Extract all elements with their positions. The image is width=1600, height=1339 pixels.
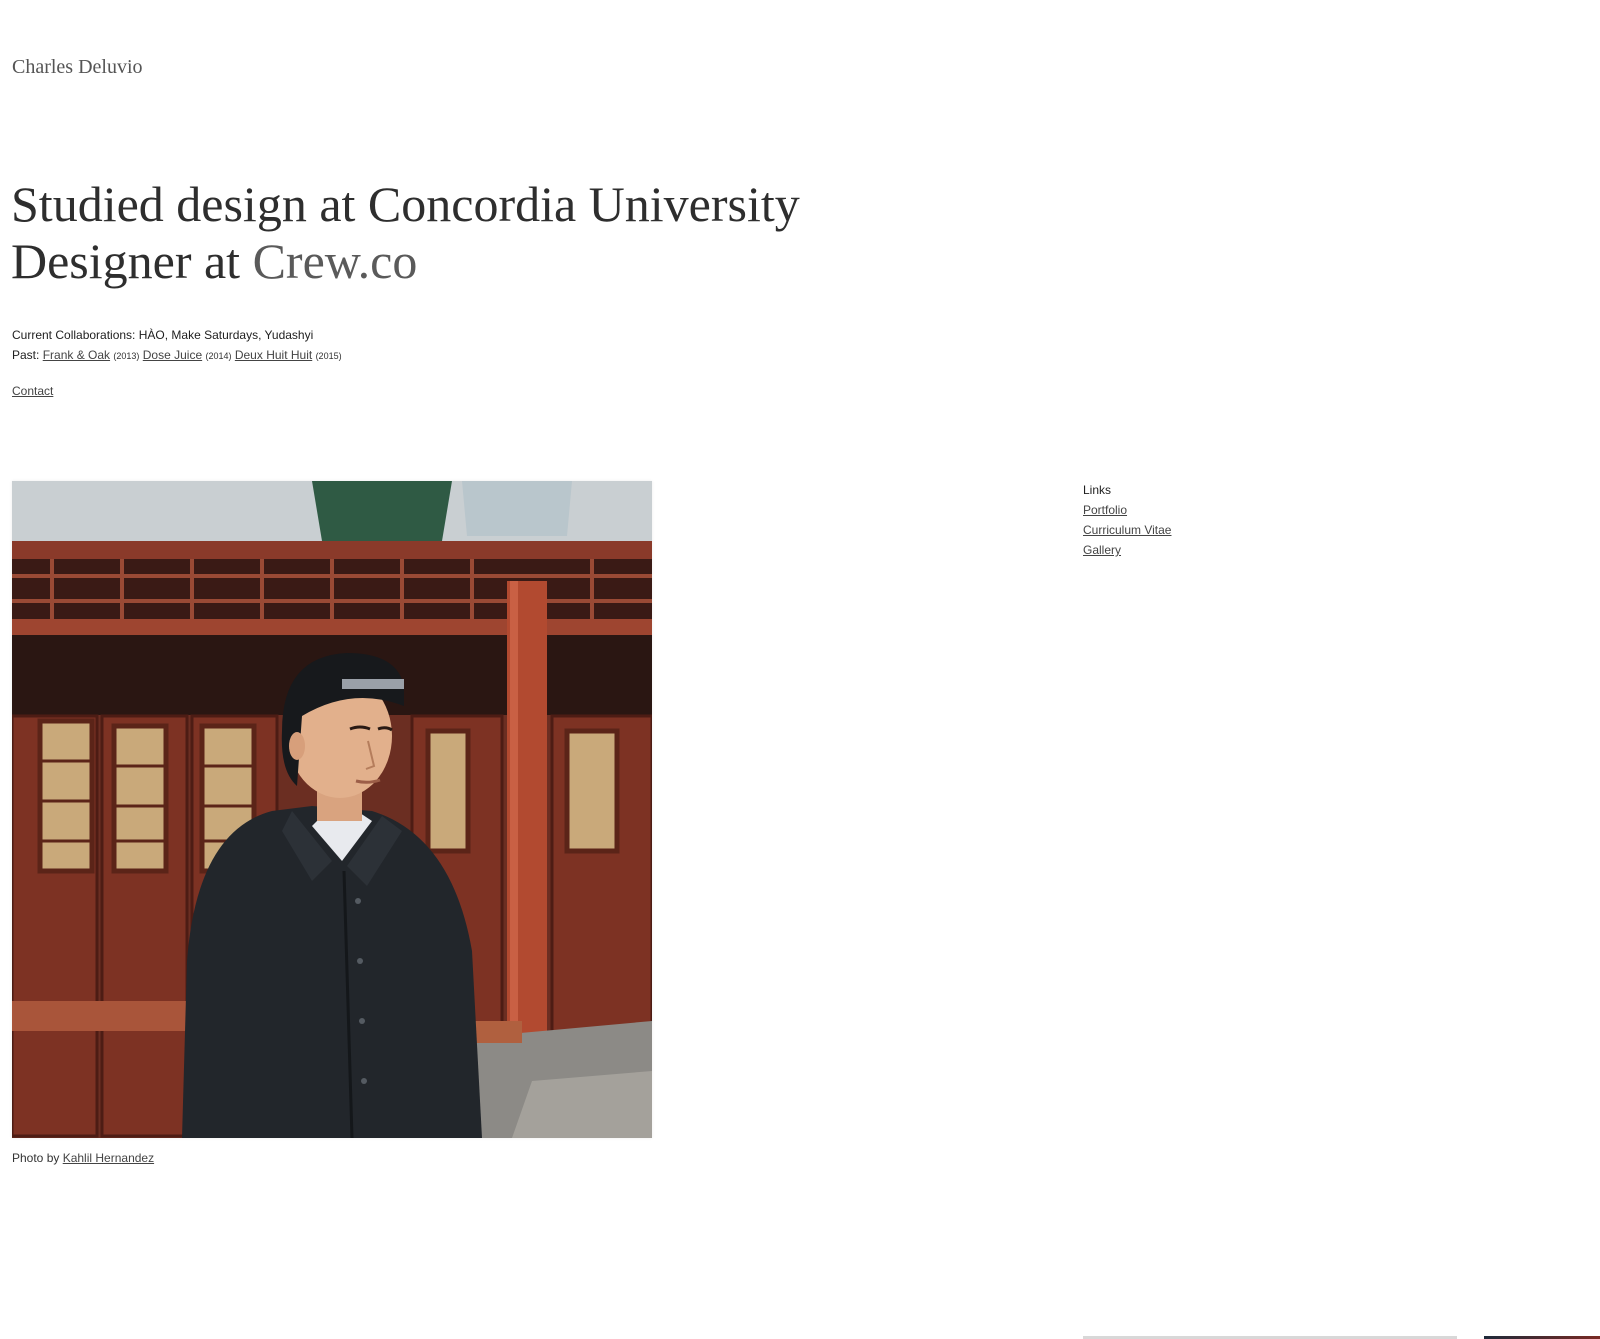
past-label: Past: <box>12 348 40 362</box>
current-collaborations: Current Collaborations: HÀO, Make Saturd… <box>12 328 314 342</box>
past-year-frank-oak: (2013) <box>113 351 140 361</box>
past-link-frank-oak[interactable]: Frank & Oak <box>43 348 110 362</box>
photo-caption: Photo by Kahlil Hernandez <box>12 1148 154 1168</box>
crew-co-link[interactable]: Crew.co <box>253 233 418 289</box>
contact-link[interactable]: Contact <box>12 384 53 398</box>
headline-line-1: Studied design at Concordia University <box>11 176 800 232</box>
headline: Studied design at Concordia University D… <box>11 176 800 290</box>
past-link-deux-huit-huit[interactable]: Deux Huit Huit <box>235 348 312 362</box>
headline-line-2-prefix: Designer at <box>11 233 253 289</box>
contact-row: Contact <box>12 381 53 401</box>
caption-prefix: Photo by <box>12 1151 63 1165</box>
link-gallery[interactable]: Gallery <box>1083 543 1121 557</box>
collaborations-block: Current Collaborations: HÀO, Make Saturd… <box>12 325 342 366</box>
past-link-dose-juice[interactable]: Dose Juice <box>143 348 202 362</box>
site-name[interactable]: Charles Deluvio <box>12 56 143 79</box>
past-collaborations: Past: Frank & Oak (2013) Dose Juice (201… <box>12 345 342 366</box>
link-curriculum-vitae[interactable]: Curriculum Vitae <box>1083 523 1171 537</box>
link-portfolio[interactable]: Portfolio <box>1083 503 1127 517</box>
past-year-deux-huit-huit: (2015) <box>315 351 342 361</box>
links-section: Links Portfolio Curriculum Vitae Gallery <box>1083 480 1171 560</box>
past-year-dose-juice: (2014) <box>205 351 232 361</box>
photographer-link[interactable]: Kahlil Hernandez <box>63 1151 154 1165</box>
links-heading: Links <box>1083 483 1112 497</box>
portrait-photo <box>12 481 652 1138</box>
